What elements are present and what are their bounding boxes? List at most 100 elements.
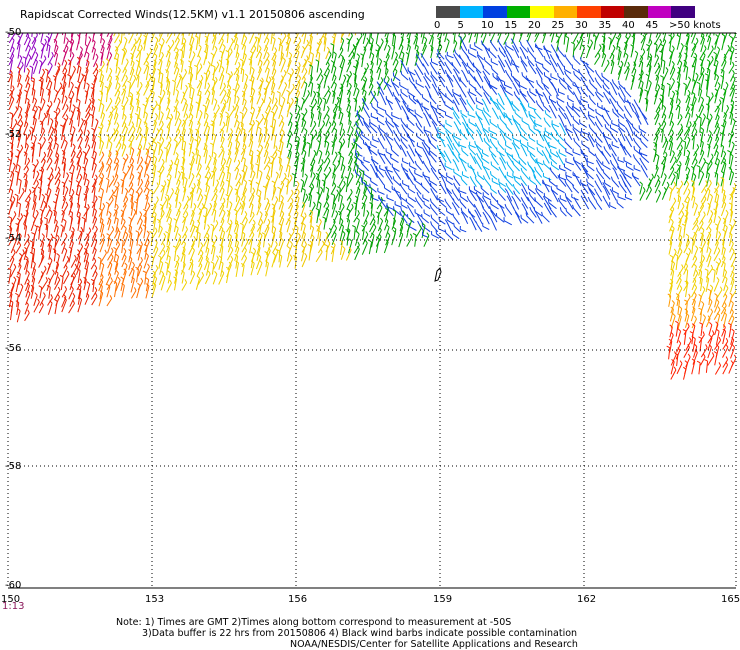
wind-barb-flag — [414, 69, 417, 73]
wind-barb-flag — [11, 46, 15, 50]
wind-barb-flag — [594, 153, 597, 158]
wind-barb — [468, 52, 477, 58]
wind-barb — [407, 118, 415, 126]
wind-barb-flag — [542, 102, 545, 106]
wind-barb — [100, 33, 103, 44]
wind-barb — [595, 80, 603, 89]
wind-barb — [481, 188, 490, 196]
wind-barb-flag — [586, 85, 589, 90]
wind-barb — [48, 212, 53, 224]
wind-barb-flag — [303, 30, 306, 32]
wind-barb-flag — [595, 173, 599, 178]
wind-barb-flag — [12, 162, 16, 166]
wind-barb-flag — [521, 188, 524, 193]
wind-barb — [544, 95, 550, 105]
wind-barb-flag — [625, 52, 629, 56]
wind-barb-flag — [237, 195, 241, 199]
wind-barb — [211, 144, 214, 158]
wind-barb — [77, 67, 82, 82]
wind-barb-flag — [150, 105, 155, 109]
wind-barb-flag — [333, 81, 337, 85]
wind-barb — [519, 84, 528, 90]
wind-barb-flag — [482, 211, 486, 216]
wind-barb — [325, 209, 330, 223]
wind-barb — [210, 54, 215, 67]
wind-barb-flag — [393, 206, 395, 210]
wind-barb-flag — [332, 65, 337, 69]
wind-barb-flag — [313, 149, 317, 154]
wind-barb — [24, 135, 28, 149]
wind-barb-flag — [649, 30, 652, 32]
wind-barb — [519, 163, 528, 171]
wind-barb-flag — [302, 45, 306, 50]
wind-barb-flag — [236, 120, 240, 124]
wind-barb-flag — [373, 90, 377, 95]
wind-barb-flag — [35, 105, 38, 110]
wind-barb-flag — [28, 25, 30, 28]
wind-barb — [580, 109, 588, 120]
wind-barb — [271, 112, 275, 128]
wind-barb-flag — [669, 50, 673, 54]
wind-barb-flag — [161, 184, 165, 188]
wind-barb-flag — [321, 159, 324, 163]
wind-barb-flag — [401, 105, 404, 109]
wind-barb-flag — [712, 20, 715, 22]
wind-barb-flag — [453, 121, 457, 125]
wind-barb — [235, 169, 240, 180]
wind-barb — [325, 33, 327, 36]
wind-barb-flag — [265, 177, 270, 181]
wind-barb-flag — [476, 51, 479, 55]
wind-barb-flag — [303, 119, 307, 123]
wind-barb-flag — [304, 68, 308, 72]
wind-barb-flag — [624, 135, 628, 140]
wind-barb-flag — [105, 58, 110, 62]
wind-barb — [278, 78, 284, 90]
wind-barb — [38, 144, 42, 157]
wind-barb — [579, 72, 587, 82]
wind-barb-flag — [483, 92, 486, 96]
wind-barb-flag — [401, 163, 403, 168]
wind-barb-flag — [309, 28, 312, 30]
wind-barb-flag — [252, 211, 255, 216]
wind-barb-flag — [283, 69, 287, 74]
wind-barb — [370, 180, 378, 187]
wind-barb — [508, 100, 515, 112]
wind-barb — [529, 64, 537, 75]
wind-barb — [484, 178, 492, 188]
wind-barb-flag — [92, 28, 95, 30]
wind-barb — [685, 67, 689, 80]
wind-barb-flag — [504, 69, 508, 74]
wind-barb-flag — [674, 156, 677, 161]
wind-barb-flag — [193, 182, 196, 187]
wind-barb-flag — [505, 123, 507, 128]
wind-barb — [596, 94, 603, 103]
wind-barb — [316, 71, 323, 81]
wind-barb-flag — [377, 126, 380, 131]
wind-barb — [287, 166, 291, 178]
wind-barb-flag — [709, 27, 711, 30]
wind-barb-flag — [684, 201, 689, 204]
wind-barb — [603, 82, 610, 90]
wind-barb-flag — [281, 210, 285, 214]
wind-barb-flag — [400, 138, 403, 142]
wind-barb-flag — [151, 22, 154, 24]
wind-barb-flag — [266, 197, 270, 202]
wind-barb — [469, 47, 477, 51]
wind-barb — [278, 188, 282, 202]
wind-barb — [500, 169, 507, 179]
wind-barb-flag — [483, 137, 486, 142]
wind-barb-flag — [198, 44, 202, 48]
wind-barb-flag — [219, 19, 222, 21]
wind-barb-flag — [595, 91, 598, 96]
wind-barb — [506, 116, 513, 126]
wind-barb-flag — [160, 111, 164, 115]
wind-barb-flag — [549, 167, 552, 171]
wind-barb — [424, 151, 431, 163]
wind-barb — [158, 33, 164, 43]
wind-barb-flag — [35, 209, 39, 214]
wind-barb-flag — [443, 150, 447, 154]
wind-barb — [432, 170, 440, 181]
wind-barb-flag — [162, 89, 166, 93]
wind-barb-flag — [498, 60, 501, 64]
wind-barb-flag — [88, 36, 92, 40]
